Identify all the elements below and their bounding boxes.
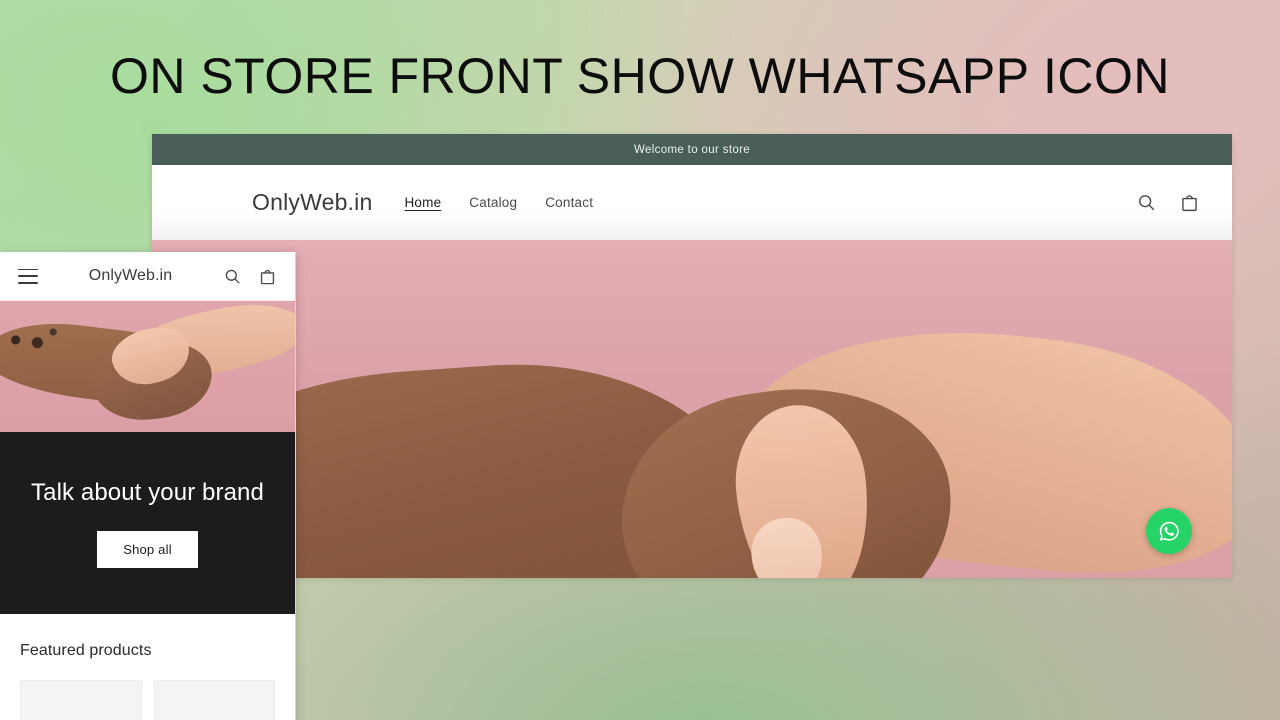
shop-all-button[interactable]: Shop all xyxy=(97,530,198,568)
main-navigation: Home Catalog Contact xyxy=(404,195,593,210)
mobile-store-logo[interactable]: OnlyWeb.in xyxy=(89,267,172,285)
nav-item-catalog[interactable]: Catalog xyxy=(469,195,517,210)
announcement-bar: Welcome to our store xyxy=(152,134,1232,165)
desktop-store-header: OnlyWeb.in Home Catalog Contact xyxy=(152,165,1232,240)
search-icon[interactable] xyxy=(1136,192,1157,213)
featured-products-section: Featured products Example Example xyxy=(0,614,295,720)
shopping-bag-icon[interactable] xyxy=(258,267,277,286)
featured-products-heading: Featured products xyxy=(20,642,152,659)
hamburger-menu-icon[interactable] xyxy=(18,268,38,284)
search-icon[interactable] xyxy=(223,267,242,286)
handshake-image xyxy=(152,240,1232,578)
nav-item-home[interactable]: Home xyxy=(404,195,441,210)
announcement-text: Welcome to our store xyxy=(633,143,751,156)
desktop-hero-section xyxy=(152,240,1232,578)
whatsapp-float-button-desktop[interactable] xyxy=(1146,508,1192,554)
header-icon-group xyxy=(1136,192,1200,213)
mobile-store-header: OnlyWeb.in xyxy=(0,252,295,301)
desktop-store-preview: Welcome to our store OnlyWeb.in Home Cat… xyxy=(152,134,1232,578)
shopping-bag-icon[interactable] xyxy=(1179,192,1200,213)
nav-item-contact[interactable]: Contact xyxy=(545,195,593,210)
product-card[interactable]: Example xyxy=(20,680,142,720)
mobile-hero-image xyxy=(0,301,295,432)
whatsapp-icon xyxy=(1159,521,1179,541)
mobile-store-preview: OnlyWeb.in Talk about your brand Shop al… xyxy=(0,252,296,720)
page-title: ON STORE FRONT SHOW WHATSAPP ICON xyxy=(109,48,1171,104)
banner-heading: Talk about your brand xyxy=(31,479,264,507)
mobile-header-icon-group xyxy=(223,267,277,286)
product-card[interactable]: Example xyxy=(153,680,275,720)
store-logo[interactable]: OnlyWeb.in xyxy=(252,189,372,216)
product-grid: Example Example xyxy=(20,680,275,720)
mobile-banner-section: Talk about your brand Shop all xyxy=(0,432,295,614)
